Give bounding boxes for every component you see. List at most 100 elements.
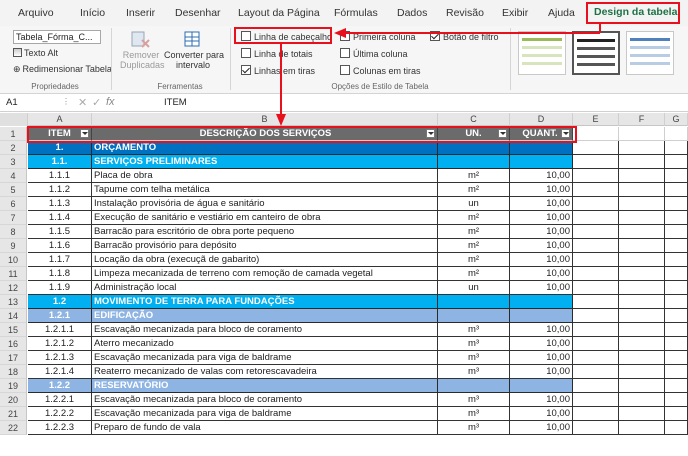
- cell-qty[interactable]: 10,00: [510, 407, 573, 421]
- cell-qty[interactable]: 10,00: [510, 183, 573, 197]
- cell-description[interactable]: Escavação mecanizada para viga de baldra…: [92, 407, 438, 421]
- cell-e[interactable]: [573, 253, 619, 267]
- cell-g[interactable]: [665, 393, 688, 407]
- cell-qty[interactable]: 10,00: [510, 253, 573, 267]
- cell-unit[interactable]: [438, 295, 510, 309]
- cell-item[interactable]: 1.1.1: [28, 169, 92, 183]
- total-row-checkbox[interactable]: Linha de totais: [241, 48, 313, 59]
- tab-desenhar[interactable]: Desenhar: [175, 7, 221, 19]
- cell-qty[interactable]: 10,00: [510, 239, 573, 253]
- col-header-c[interactable]: C: [438, 113, 510, 126]
- formula-input[interactable]: ITEM: [164, 97, 187, 108]
- cell-unit[interactable]: [438, 155, 510, 169]
- cell-f[interactable]: [619, 393, 665, 407]
- cell-qty[interactable]: 10,00: [510, 211, 573, 225]
- cell-qty[interactable]: 10,00: [510, 169, 573, 183]
- last-column-checkbox[interactable]: Última coluna: [340, 48, 408, 59]
- row-number[interactable]: 9: [0, 239, 27, 253]
- cell-qty[interactable]: [510, 141, 573, 155]
- row-number[interactable]: 7: [0, 211, 27, 225]
- cell-g[interactable]: [665, 421, 688, 435]
- cell-qty[interactable]: [510, 155, 573, 169]
- cell-g[interactable]: [665, 379, 688, 393]
- cell-description[interactable]: ORÇAMENTO: [92, 141, 438, 155]
- cell-unit[interactable]: m³: [438, 393, 510, 407]
- col-header-a[interactable]: A: [28, 113, 92, 126]
- cell-description[interactable]: Placa de obra: [92, 169, 438, 183]
- cell-unit[interactable]: m²: [438, 225, 510, 239]
- cell-qty[interactable]: 10,00: [510, 197, 573, 211]
- cell-unit[interactable]: [438, 141, 510, 155]
- cell-item[interactable]: 1.1.6: [28, 239, 92, 253]
- cell-qty[interactable]: 10,00: [510, 225, 573, 239]
- cell-item[interactable]: 1.2.1.3: [28, 351, 92, 365]
- insert-function-icon[interactable]: fx: [106, 96, 115, 108]
- cell-item[interactable]: 1.2.2.1: [28, 393, 92, 407]
- tab-inserir[interactable]: Inserir: [126, 7, 155, 19]
- tab-inicio[interactable]: Início: [80, 7, 105, 19]
- row-number[interactable]: 20: [0, 393, 27, 407]
- cell-f[interactable]: [619, 225, 665, 239]
- row-number[interactable]: 19: [0, 379, 27, 393]
- row-number[interactable]: 18: [0, 365, 27, 379]
- cell-item[interactable]: 1.1.: [28, 155, 92, 169]
- cell-e[interactable]: [573, 155, 619, 169]
- tab-formulas[interactable]: Fórmulas: [334, 7, 378, 19]
- cell-g[interactable]: [665, 253, 688, 267]
- cell-e[interactable]: [573, 407, 619, 421]
- cell-f[interactable]: [619, 309, 665, 323]
- cell-item[interactable]: 1.1.2: [28, 183, 92, 197]
- cell-unit[interactable]: un: [438, 281, 510, 295]
- cell-unit[interactable]: m²: [438, 253, 510, 267]
- row-number[interactable]: 10: [0, 253, 27, 267]
- row-number[interactable]: 2: [0, 141, 27, 155]
- cell-f[interactable]: [619, 379, 665, 393]
- cell-qty[interactable]: [510, 309, 573, 323]
- table-name-field[interactable]: Tabela_Fórma_C...: [13, 30, 101, 44]
- cell-item[interactable]: 1.1.4: [28, 211, 92, 225]
- cell-unit[interactable]: m²: [438, 169, 510, 183]
- cell-description[interactable]: Escavação mecanizada para bloco de coram…: [92, 323, 438, 337]
- cell-f[interactable]: [619, 337, 665, 351]
- tab-ajuda[interactable]: Ajuda: [548, 7, 575, 19]
- cell-f[interactable]: [619, 197, 665, 211]
- cell-item[interactable]: 1.2.1.2: [28, 337, 92, 351]
- cell-e[interactable]: [573, 365, 619, 379]
- cell-f[interactable]: [619, 141, 665, 155]
- cell-unit[interactable]: m³: [438, 365, 510, 379]
- cell-item[interactable]: 1.1.9: [28, 281, 92, 295]
- table-style-dark[interactable]: [572, 31, 620, 75]
- filter-button-checkbox[interactable]: Botão de filtro: [430, 31, 499, 42]
- cell-e[interactable]: [573, 281, 619, 295]
- cell-description[interactable]: Barracão provisório para depósito: [92, 239, 438, 253]
- cell-f[interactable]: [619, 169, 665, 183]
- cell-item[interactable]: 1.2: [28, 295, 92, 309]
- cell-f[interactable]: [619, 281, 665, 295]
- banded-columns-checkbox[interactable]: Colunas em tiras: [340, 65, 421, 76]
- col-header-f[interactable]: F: [619, 113, 665, 126]
- tab-dados[interactable]: Dados: [397, 7, 427, 19]
- table-style-blue[interactable]: [626, 31, 674, 75]
- cell-g[interactable]: [665, 365, 688, 379]
- resize-table-button[interactable]: ⊕ Redimensionar Tabela: [13, 64, 112, 75]
- cell-f[interactable]: [619, 295, 665, 309]
- cell-description[interactable]: Tapume com telha metálica: [92, 183, 438, 197]
- banded-rows-checkbox[interactable]: Linhas em tiras: [241, 65, 315, 76]
- cell-e[interactable]: [573, 323, 619, 337]
- cell-f[interactable]: [619, 127, 665, 141]
- cell-qty[interactable]: 10,00: [510, 365, 573, 379]
- cell-e[interactable]: [573, 127, 619, 141]
- cell-description[interactable]: Barracão para escritório de obra porte p…: [92, 225, 438, 239]
- row-number[interactable]: 1: [0, 127, 27, 141]
- cell-f[interactable]: [619, 239, 665, 253]
- cell-e[interactable]: [573, 393, 619, 407]
- cell-e[interactable]: [573, 183, 619, 197]
- cell-description[interactable]: Instalação provisória de água e sanitári…: [92, 197, 438, 211]
- cell-description[interactable]: Execução de sanitário e vestiário em can…: [92, 211, 438, 225]
- cell-f[interactable]: [619, 267, 665, 281]
- cell-e[interactable]: [573, 197, 619, 211]
- convert-to-range-button[interactable]: Converter para intervalo: [164, 30, 224, 78]
- row-number[interactable]: 21: [0, 407, 27, 421]
- cell-e[interactable]: [573, 169, 619, 183]
- cell-e[interactable]: [573, 351, 619, 365]
